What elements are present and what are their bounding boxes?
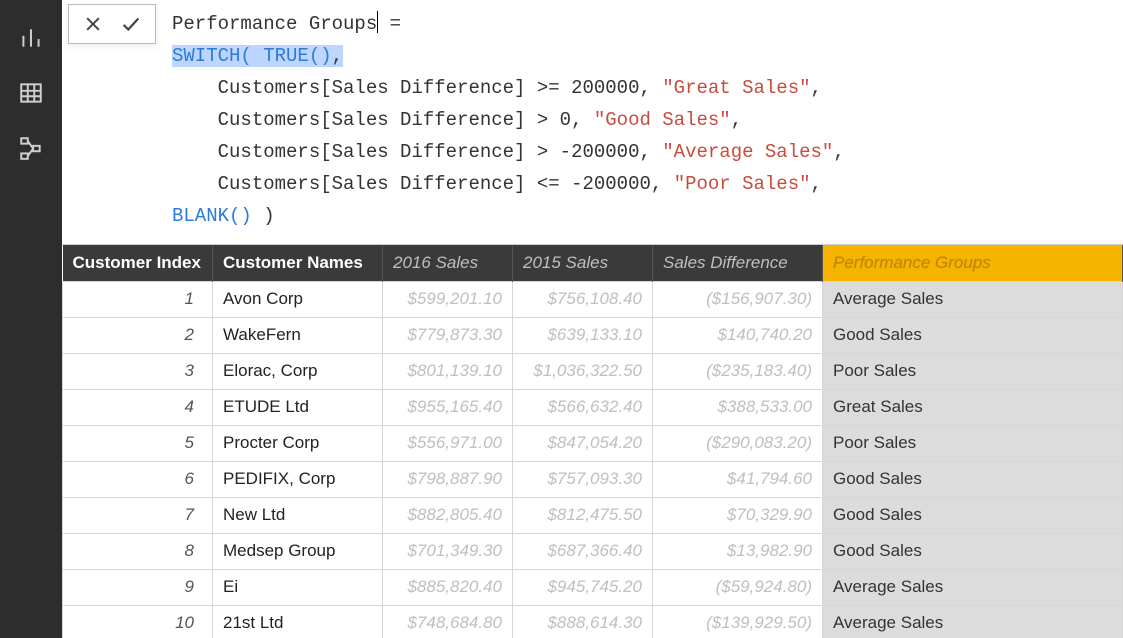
cell-performance: Good Sales: [823, 461, 1123, 497]
table-row[interactable]: 3Elorac, Corp$801,139.10$1,036,322.50($2…: [63, 353, 1123, 389]
cell-2016-sales: $798,887.90: [383, 461, 513, 497]
cell-2016-sales: $801,139.10: [383, 353, 513, 389]
header-sales-difference[interactable]: Sales Difference: [653, 245, 823, 281]
cell-sales-diff: $388,533.00: [653, 389, 823, 425]
cell-2015-sales: $945,745.20: [513, 569, 653, 605]
table-row[interactable]: 5Procter Corp$556,971.00$847,054.20($290…: [63, 425, 1123, 461]
cell-customer-index: 4: [63, 389, 213, 425]
cell-customer-index: 9: [63, 569, 213, 605]
report-view-icon[interactable]: [0, 10, 62, 65]
cell-customer-index: 6: [63, 461, 213, 497]
cell-performance: Average Sales: [823, 569, 1123, 605]
cell-customer-index: 1: [63, 281, 213, 317]
cell-2016-sales: $556,971.00: [383, 425, 513, 461]
cell-customer-index: 7: [63, 497, 213, 533]
cell-performance: Average Sales: [823, 281, 1123, 317]
formula-bar: Performance Groups = SWITCH( TRUE(), Cus…: [62, 0, 1123, 245]
table-row[interactable]: 1Avon Corp$599,201.10$756,108.40($156,90…: [63, 281, 1123, 317]
cell-customer-index: 2: [63, 317, 213, 353]
table-row[interactable]: 2WakeFern$779,873.30$639,133.10$140,740.…: [63, 317, 1123, 353]
cell-customer-index: 10: [63, 605, 213, 638]
cell-customer-name: WakeFern: [213, 317, 383, 353]
cell-customer-name: Medsep Group: [213, 533, 383, 569]
cell-performance: Good Sales: [823, 533, 1123, 569]
cell-sales-diff: $41,794.60: [653, 461, 823, 497]
header-performance-groups[interactable]: Performance Groups: [823, 245, 1123, 281]
header-customer-names[interactable]: Customer Names: [213, 245, 383, 281]
cell-sales-diff: ($139,929.50): [653, 605, 823, 638]
cell-sales-diff: ($59,924.80): [653, 569, 823, 605]
table-row[interactable]: 9Ei$885,820.40$945,745.20($59,924.80)Ave…: [63, 569, 1123, 605]
cell-performance: Good Sales: [823, 317, 1123, 353]
cell-2015-sales: $888,614.30: [513, 605, 653, 638]
cell-customer-index: 3: [63, 353, 213, 389]
commit-formula-button[interactable]: [113, 9, 149, 39]
cell-2015-sales: $756,108.40: [513, 281, 653, 317]
cell-customer-name: ETUDE Ltd: [213, 389, 383, 425]
left-navbar: [0, 0, 62, 638]
cell-2015-sales: $847,054.20: [513, 425, 653, 461]
cell-customer-index: 5: [63, 425, 213, 461]
table-row[interactable]: 7New Ltd$882,805.40$812,475.50$70,329.90…: [63, 497, 1123, 533]
header-2015-sales[interactable]: 2015 Sales: [513, 245, 653, 281]
cell-2016-sales: $748,684.80: [383, 605, 513, 638]
cell-performance: Poor Sales: [823, 353, 1123, 389]
cell-performance: Great Sales: [823, 389, 1123, 425]
data-table-area: Customer Index Customer Names 2016 Sales…: [62, 245, 1123, 638]
cell-sales-diff: $70,329.90: [653, 497, 823, 533]
cell-2016-sales: $701,349.30: [383, 533, 513, 569]
cell-2016-sales: $599,201.10: [383, 281, 513, 317]
cell-2015-sales: $687,366.40: [513, 533, 653, 569]
cell-2016-sales: $885,820.40: [383, 569, 513, 605]
table-row[interactable]: 8Medsep Group$701,349.30$687,366.40$13,9…: [63, 533, 1123, 569]
cell-performance: Average Sales: [823, 605, 1123, 638]
cell-sales-diff: ($156,907.30): [653, 281, 823, 317]
data-table[interactable]: Customer Index Customer Names 2016 Sales…: [62, 245, 1123, 638]
cell-2015-sales: $1,036,322.50: [513, 353, 653, 389]
data-view-icon[interactable]: [0, 65, 62, 120]
cell-2015-sales: $757,093.30: [513, 461, 653, 497]
cell-performance: Good Sales: [823, 497, 1123, 533]
header-2016-sales[interactable]: 2016 Sales: [383, 245, 513, 281]
table-header-row: Customer Index Customer Names 2016 Sales…: [63, 245, 1123, 281]
table-row[interactable]: 1021st Ltd$748,684.80$888,614.30($139,92…: [63, 605, 1123, 638]
cell-performance: Poor Sales: [823, 425, 1123, 461]
cell-customer-name: PEDIFIX, Corp: [213, 461, 383, 497]
cancel-formula-button[interactable]: [75, 9, 111, 39]
cell-customer-name: Ei: [213, 569, 383, 605]
cell-2016-sales: $882,805.40: [383, 497, 513, 533]
cell-sales-diff: ($290,083.20): [653, 425, 823, 461]
formula-actions: [68, 4, 156, 44]
cell-sales-diff: $140,740.20: [653, 317, 823, 353]
table-row[interactable]: 4ETUDE Ltd$955,165.40$566,632.40$388,533…: [63, 389, 1123, 425]
table-row[interactable]: 6PEDIFIX, Corp$798,887.90$757,093.30$41,…: [63, 461, 1123, 497]
cell-customer-name: 21st Ltd: [213, 605, 383, 638]
cell-2015-sales: $812,475.50: [513, 497, 653, 533]
cell-customer-name: Elorac, Corp: [213, 353, 383, 389]
model-view-icon[interactable]: [0, 120, 62, 175]
formula-measure-name: Performance Groups: [172, 13, 377, 35]
text-cursor-icon: [377, 11, 378, 33]
cell-2015-sales: $639,133.10: [513, 317, 653, 353]
header-customer-index[interactable]: Customer Index: [63, 245, 213, 281]
cell-customer-name: Procter Corp: [213, 425, 383, 461]
cell-sales-diff: ($235,183.40): [653, 353, 823, 389]
cell-customer-name: Avon Corp: [213, 281, 383, 317]
formula-switch: SWITCH(: [172, 45, 252, 67]
cell-customer-name: New Ltd: [213, 497, 383, 533]
cell-customer-index: 8: [63, 533, 213, 569]
formula-editor[interactable]: Performance Groups = SWITCH( TRUE(), Cus…: [162, 0, 1123, 244]
cell-2016-sales: $955,165.40: [383, 389, 513, 425]
cell-sales-diff: $13,982.90: [653, 533, 823, 569]
cell-2016-sales: $779,873.30: [383, 317, 513, 353]
cell-2015-sales: $566,632.40: [513, 389, 653, 425]
